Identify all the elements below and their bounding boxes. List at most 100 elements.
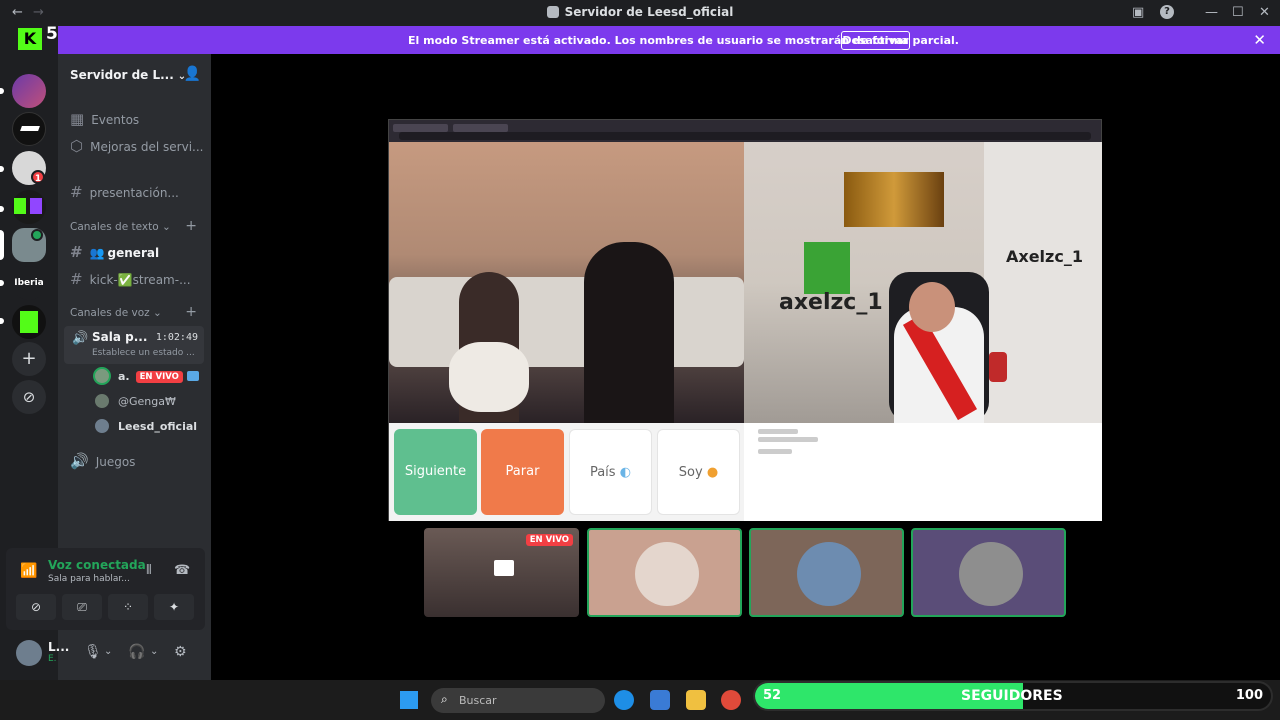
screen-icon <box>494 560 514 576</box>
next-button[interactable]: Siguiente <box>394 429 477 515</box>
channel-kick-stream[interactable]: # kick-✅stream-... <box>70 270 191 288</box>
voice-connected-title[interactable]: Voz conectada <box>48 558 146 572</box>
server-icon-avatar[interactable] <box>12 74 46 108</box>
gender-button[interactable]: Soy ● <box>657 429 740 515</box>
server-icon-logo[interactable] <box>12 112 46 146</box>
minimize-button[interactable]: — <box>1205 5 1218 20</box>
chevron-down-icon[interactable]: ⌄ <box>150 646 158 657</box>
store-icon[interactable] <box>650 690 670 710</box>
windows-start-icon[interactable] <box>400 691 418 709</box>
webcam-right: axelzc_1 Axelzc_1 <box>744 142 1102 423</box>
voice-status: Establece un estado ... <box>92 348 195 358</box>
file-explorer-icon[interactable] <box>686 690 706 710</box>
events-item[interactable]: ▦ Eventos <box>70 110 139 128</box>
window-title-text: Servidor de Leesd_oficial <box>564 5 734 19</box>
screen-share-button[interactable]: ⎚ <box>62 594 102 620</box>
voice-connected-subtitle[interactable]: Sala para hablar... <box>48 574 130 584</box>
close-banner-icon[interactable]: ✕ <box>1253 31 1266 49</box>
server-icon-iberia[interactable]: Iberia <box>12 266 46 300</box>
people-icon: 👥 <box>89 246 105 260</box>
browser-tab <box>393 124 448 132</box>
avatar[interactable] <box>16 640 42 666</box>
live-badge: EN VIVO <box>135 371 183 383</box>
deactivate-streamer-button[interactable]: Desactivar <box>841 31 910 50</box>
maximize-button[interactable]: ☐ <box>1232 5 1244 20</box>
goal-current: 52 <box>763 688 782 703</box>
boosts-item[interactable]: ⬡ Mejoras del servi... <box>70 137 203 155</box>
painting <box>844 172 944 227</box>
sofa <box>389 277 744 367</box>
search-placeholder: Buscar <box>459 694 497 707</box>
gear-icon[interactable]: ⚙ <box>174 644 187 660</box>
unread-pill <box>0 280 4 286</box>
stop-button[interactable]: Parar <box>481 429 564 515</box>
avatar <box>93 417 111 435</box>
speaker-icon: 🔊 <box>72 331 89 346</box>
country-label: País <box>589 465 616 480</box>
webcam-left <box>389 142 744 423</box>
person-icon: ● <box>706 465 719 480</box>
text-channels-category[interactable]: Canales de texto ⌄ <box>70 221 171 233</box>
channel-label: general <box>107 246 160 260</box>
omegle-controls: Siguiente Parar País ◐ Soy ● <box>389 423 744 521</box>
live-badge: EN VIVO <box>525 534 573 546</box>
taskbar-search[interactable]: ⌕ Buscar <box>431 688 605 713</box>
invite-user-icon[interactable]: 👤 <box>184 66 201 82</box>
chrome-icon[interactable] <box>721 690 741 710</box>
edge-icon[interactable] <box>614 690 634 710</box>
avatar <box>959 542 1023 606</box>
category-label: Canales de voz <box>70 307 150 319</box>
user-status: E. <box>48 654 57 664</box>
chat-line <box>758 429 798 434</box>
user-thumb-3[interactable] <box>911 528 1066 617</box>
active-voice-channel[interactable]: 🔊 Sala p... 1:02:49 Establece un estado … <box>64 326 204 364</box>
stream-thumb[interactable]: EN VIVO <box>424 528 579 617</box>
activities-button[interactable]: ⁘ <box>108 594 148 620</box>
country-button[interactable]: País ◐ <box>569 429 652 515</box>
channel-general[interactable]: # 👥 general <box>70 243 159 261</box>
user-panel: L... E. 🎙 ⌄ 🎧 ⌄ ⚙ <box>6 632 205 672</box>
unread-pill <box>0 88 4 94</box>
user-thumb-1[interactable] <box>587 528 742 617</box>
server-icon <box>546 6 559 18</box>
voice-user-name: @Genga₩ <box>118 395 176 408</box>
shared-screen[interactable]: axelzc_1 Axelzc_1 Siguiente Parar País ◐… <box>388 119 1102 521</box>
voice-channels-category[interactable]: Canales de voz ⌄ <box>70 307 162 319</box>
boost-icon: ⬡ <box>70 137 84 155</box>
channel-presentation[interactable]: # presentación... <box>70 183 179 201</box>
add-voice-channel-icon[interactable]: + <box>185 304 197 320</box>
unread-pill <box>0 206 4 212</box>
signal-icon: 📶 <box>20 563 38 579</box>
avatar <box>93 392 111 410</box>
add-text-channel-icon[interactable]: + <box>185 218 197 234</box>
close-window-button[interactable]: ✕ <box>1259 5 1270 20</box>
soundboard-button[interactable]: ✦ <box>154 594 194 620</box>
server-icon-kick-2[interactable] <box>12 305 46 339</box>
microphone-icon[interactable]: 🎙 <box>84 644 102 660</box>
chat-area <box>744 423 1102 521</box>
kick-logo-icon[interactable]: K <box>18 28 42 50</box>
voice-channel-juegos[interactable]: 🔊 Juegos <box>70 452 135 470</box>
user-name[interactable]: L... <box>48 640 69 654</box>
camera-off-button[interactable]: ⊘ <box>16 594 56 620</box>
noise-suppression-icon[interactable]: ⦀ <box>146 563 152 578</box>
disconnect-icon[interactable]: ☎ <box>174 563 190 578</box>
headphones-icon[interactable]: 🎧 <box>128 644 145 660</box>
chat-line <box>758 437 818 442</box>
user-thumb-2[interactable] <box>749 528 904 617</box>
shared-browser-chrome <box>389 120 1101 142</box>
person-right <box>584 242 674 423</box>
unread-pill <box>0 166 4 172</box>
voice-user-name: a. <box>118 370 130 383</box>
server-name-header[interactable]: Servidor de L... ⌄ <box>70 68 186 82</box>
follower-goal-overlay: 52 SEGUIDORES 100 <box>753 681 1273 711</box>
search-icon: ⌕ <box>441 692 448 706</box>
server-icon-kick-twitch[interactable] <box>12 190 46 224</box>
voice-channel-name: Sala p... <box>92 330 148 344</box>
help-icon[interactable]: ? <box>1160 5 1174 19</box>
explore-compass-icon[interactable]: ⊘ <box>12 380 46 414</box>
chevron-down-icon[interactable]: ⌄ <box>104 646 112 657</box>
add-server-icon[interactable]: + <box>12 342 46 376</box>
channel-label: Juegos <box>95 455 136 469</box>
inbox-icon[interactable]: ▣ <box>1132 5 1144 20</box>
